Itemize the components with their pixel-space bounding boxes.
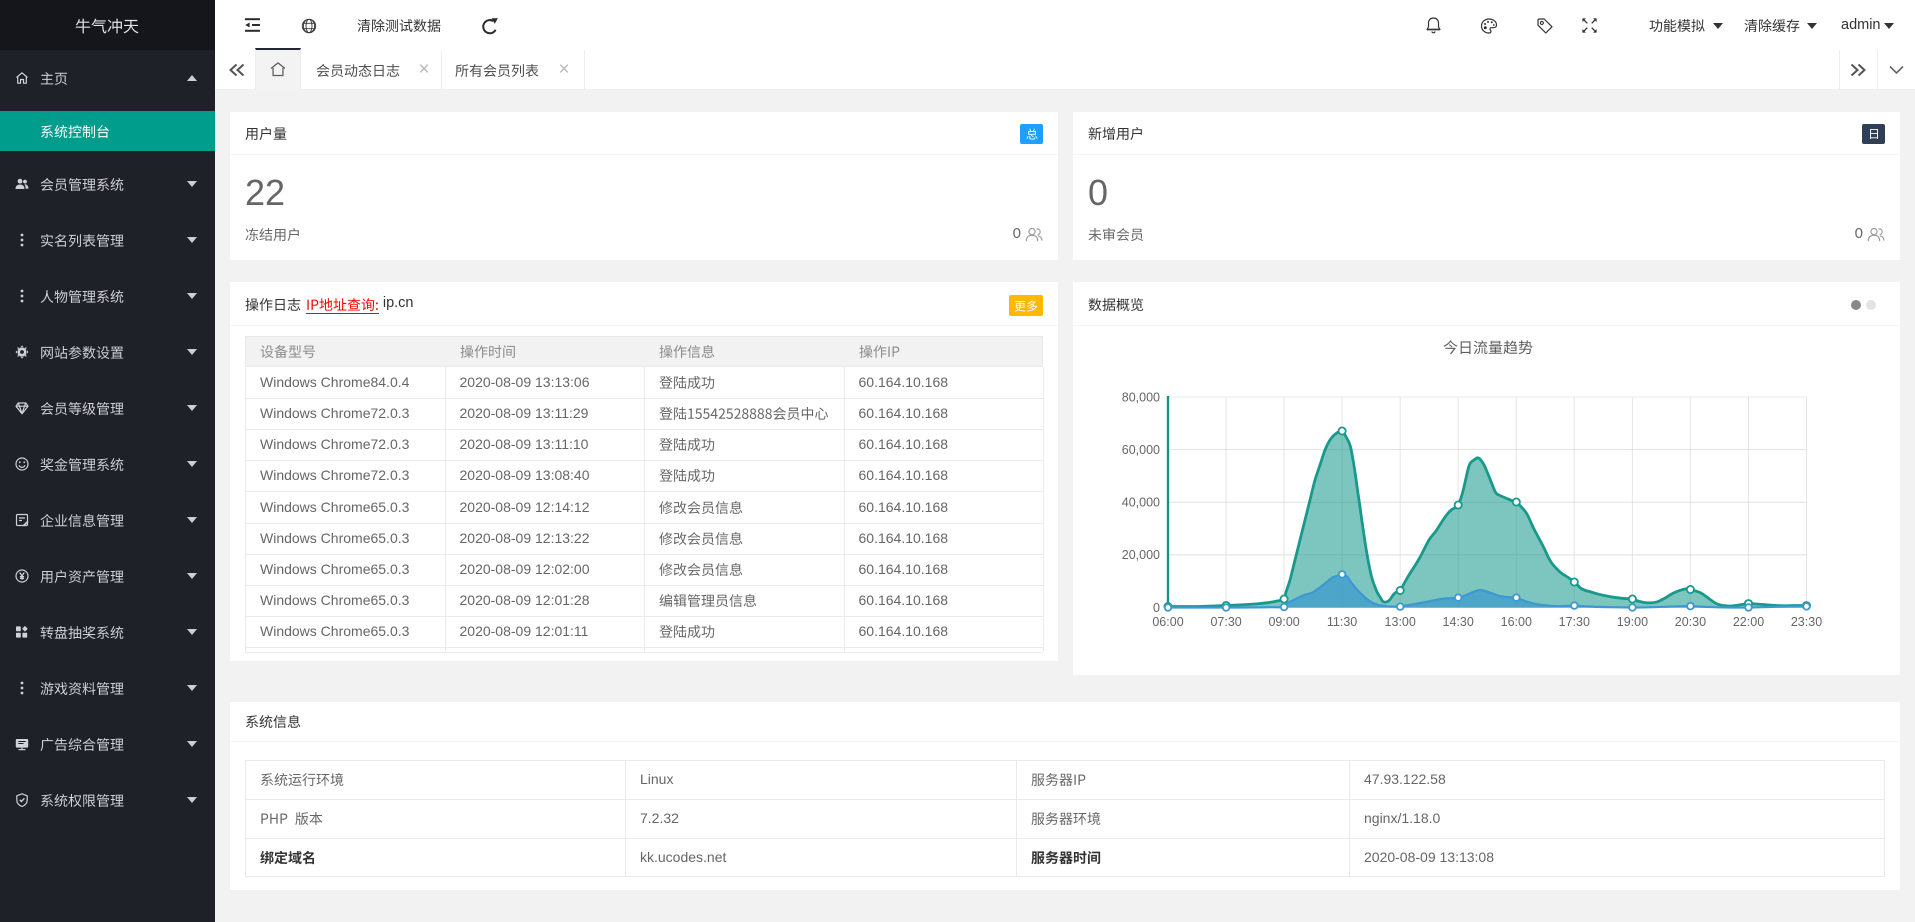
svg-text:80,000: 80,000: [1122, 390, 1160, 404]
svg-text:11:30: 11:30: [1327, 615, 1357, 629]
svg-text:20:30: 20:30: [1675, 615, 1706, 629]
svg-text:60,000: 60,000: [1122, 443, 1160, 457]
svg-text:20,000: 20,000: [1122, 548, 1160, 562]
svg-text:06:00: 06:00: [1152, 615, 1183, 629]
svg-text:17:30: 17:30: [1559, 615, 1590, 629]
svg-text:23:30: 23:30: [1791, 615, 1822, 629]
svg-text:0: 0: [1153, 601, 1160, 615]
svg-text:09:00: 09:00: [1268, 615, 1299, 629]
svg-text:16:00: 16:00: [1501, 615, 1532, 629]
svg-text:13:00: 13:00: [1385, 615, 1416, 629]
svg-text:14:30: 14:30: [1443, 615, 1474, 629]
svg-text:40,000: 40,000: [1122, 496, 1160, 510]
svg-text:07:30: 07:30: [1210, 615, 1241, 629]
svg-text:19:00: 19:00: [1617, 615, 1648, 629]
svg-text:22:00: 22:00: [1733, 615, 1764, 629]
